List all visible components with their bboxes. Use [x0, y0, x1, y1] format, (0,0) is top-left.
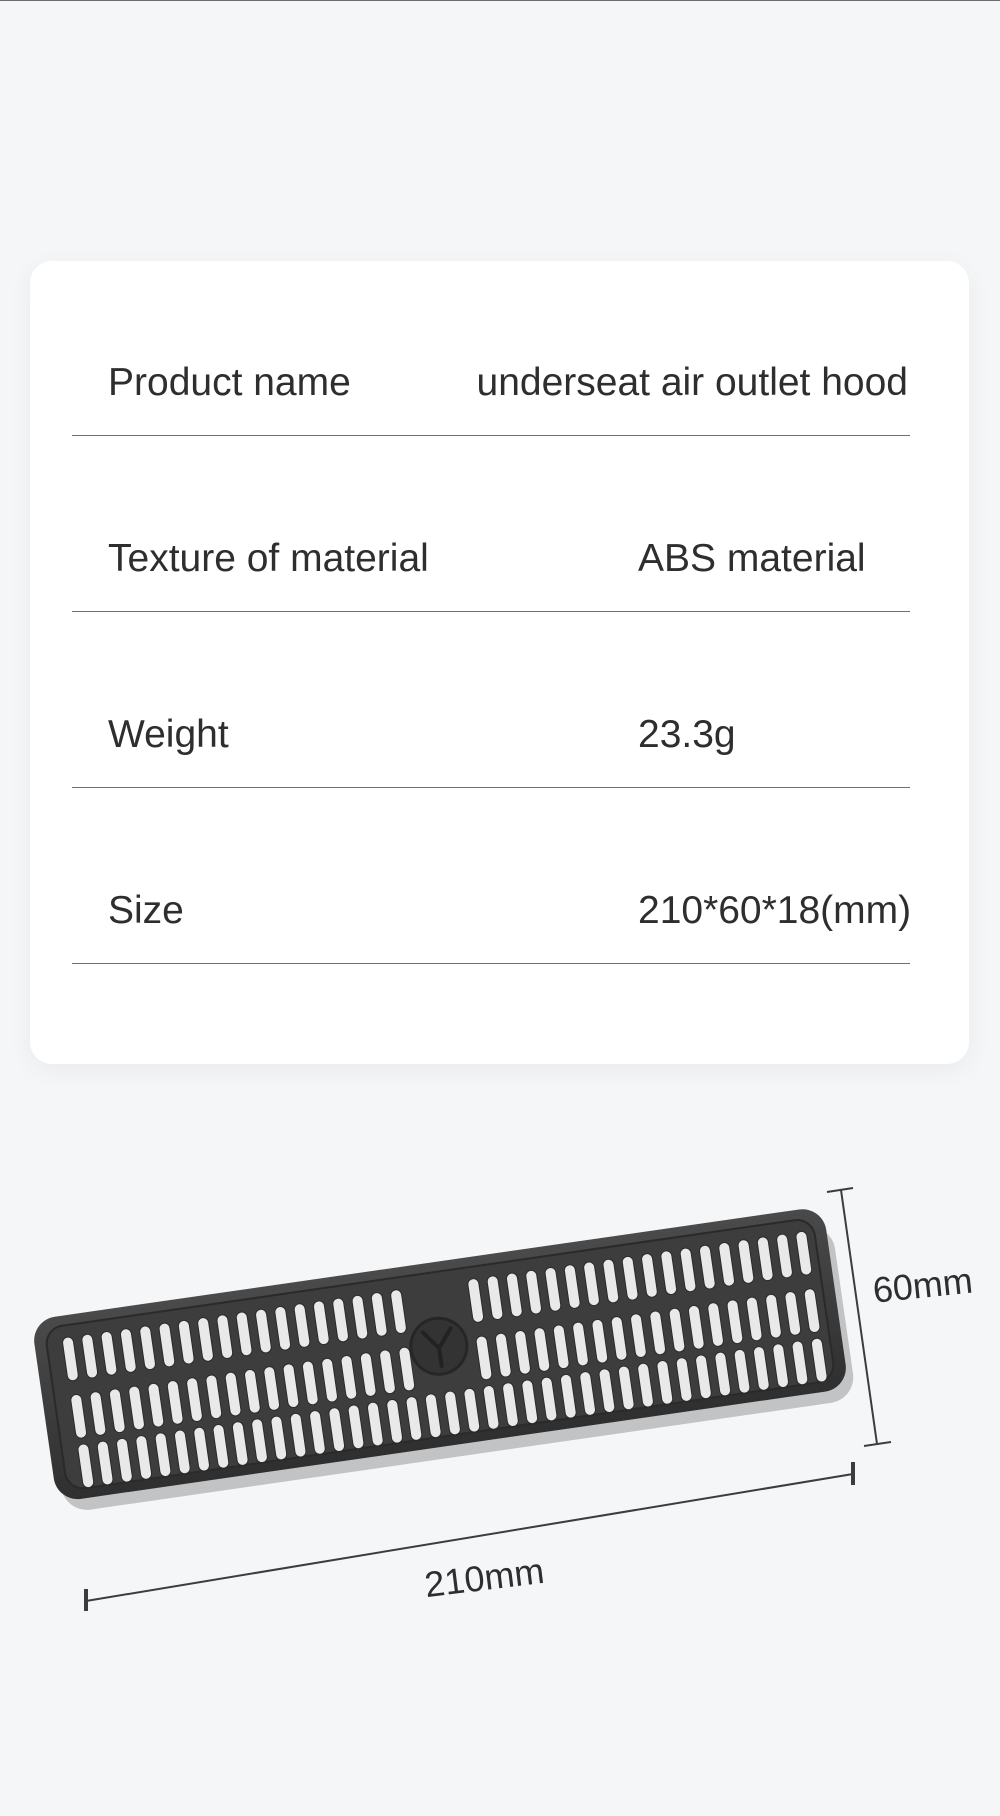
air-outlet-hood-image: [34, 1209, 854, 1510]
product-illustration: 60mm 210mm: [0, 1160, 1000, 1620]
spec-label: Weight: [108, 713, 229, 756]
height-label: 60mm: [871, 1259, 975, 1310]
spec-label: Size: [108, 889, 184, 932]
spec-label: Texture of material: [108, 537, 429, 580]
product-svg: 60mm 210mm: [34, 1187, 975, 1611]
length-label: 210mm: [422, 1550, 546, 1605]
spec-value: 210*60*18(mm): [638, 889, 912, 932]
spec-value: underseat air outlet hood: [476, 361, 908, 404]
spec-card: Product name underseat air outlet hood T…: [30, 261, 969, 1064]
spec-value: ABS material: [638, 537, 866, 580]
spec-row-material: Texture of material ABS material: [72, 511, 910, 612]
spec-label: Product name: [108, 361, 351, 404]
spec-value: 23.3g: [638, 713, 736, 756]
spec-row-product-name: Product name underseat air outlet hood: [72, 335, 910, 436]
spec-row-size: Size 210*60*18(mm): [72, 863, 912, 964]
spec-row-weight: Weight 23.3g: [72, 687, 910, 788]
top-divider: [0, 0, 1000, 1]
